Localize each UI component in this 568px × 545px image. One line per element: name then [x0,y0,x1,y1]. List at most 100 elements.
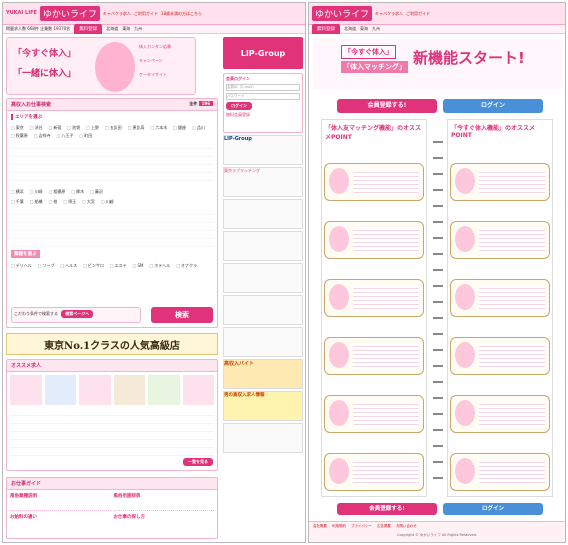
side-ad-2[interactable]: 東京ラブマッチング [223,167,303,197]
area-checkbox[interactable]: 秋葉原 [11,133,28,139]
email-field[interactable]: 会員ID（E-mail） [226,84,300,91]
banner-side2[interactable]: キャンペーン [139,58,163,64]
area-checkbox[interactable]: 吉祥寺 [34,133,51,139]
site-logo[interactable]: YUKAI LIFE [6,11,37,16]
side-ad-8[interactable]: 高収入バイト [223,359,303,389]
logo-jp-right[interactable]: ゆかいライフ [312,6,373,21]
banner-side1[interactable]: 体入カンタン応募 [139,44,171,50]
register-link[interactable]: 無料会員登録 [226,112,300,118]
area-checkbox[interactable]: 上野 [86,125,99,131]
site-subbar-right: 無料登録 北海道 東海 九州 [309,24,565,34]
area-checkbox[interactable]: 池袋 [67,125,80,131]
register-button-bottom[interactable]: 会員登録する! [337,503,437,515]
nav-link-right-2[interactable]: 東海 [360,26,368,32]
comic-speech [353,343,419,369]
area-checkbox[interactable]: 大宮 [82,199,95,205]
area-checkbox[interactable]: 藤沢 [90,189,103,195]
comic-speech [479,227,545,253]
area-checkbox[interactable]: 品川 [192,125,205,131]
register-tab-right[interactable]: 無料登録 [312,24,340,34]
area-checkbox[interactable]: 厚木 [71,189,84,195]
logo-jp[interactable]: ゆかいライフ [39,6,100,21]
luxury-ad[interactable]: 東京No.1クラスの人気高級店 [6,333,218,355]
job-checkbox[interactable]: デリヘル [11,263,32,269]
area-checkbox[interactable]: 川崎 [30,189,43,195]
banner-side3[interactable]: ケータイサイト [139,72,167,78]
area-checkbox[interactable]: 五反田 [105,125,122,131]
area-checkbox[interactable]: 六本木 [150,125,167,131]
side-ad-4[interactable] [223,231,303,261]
recommend-thumb[interactable] [182,375,214,405]
side-ad-10[interactable] [223,423,303,453]
area-checkbox[interactable]: 千葉 [11,199,24,205]
area-checkbox[interactable]: 相模原 [49,189,65,195]
side-ad-9[interactable]: 男の高収入求人情報 [223,391,303,421]
area-checkbox[interactable]: 恵比寿 [128,125,144,131]
footer-link[interactable]: 利用規約 [332,524,346,529]
recommend-thumb[interactable] [10,375,42,405]
area-checkbox[interactable]: 川越 [101,199,114,205]
nav-link-tokai[interactable]: 東海 [122,26,130,32]
recommend-thumb[interactable] [113,375,145,405]
area-checkbox[interactable]: 町田 [79,133,92,139]
nav-link-right-1[interactable]: 北海道 [344,26,356,32]
guide-item-4[interactable]: お仕事の探し方 [114,514,215,520]
register-tab[interactable]: 無料登録 [74,24,103,34]
nav-link-right-3[interactable]: 九州 [372,26,380,32]
area-checkbox[interactable]: 新宿 [49,125,61,131]
area-checkbox[interactable]: 東京 [11,125,24,131]
advanced-search: こだわり条件で検索する 検索ページへ [11,307,141,323]
job-checkbox[interactable]: ピンサロ [83,263,104,269]
recommend-more-button[interactable]: 一覧を見る [183,458,213,466]
login-button[interactable]: ログイン [226,102,252,110]
guide-item-3[interactable]: お給料の違い [10,514,111,520]
nav-sub-link-2[interactable]: ご利用ガイド [134,11,158,17]
nav-sub-link-right-1[interactable]: キャバクラ求人 [375,11,403,17]
login-button-bottom[interactable]: ログイン [443,503,543,515]
job-checkbox[interactable]: オナクラ [176,263,197,269]
nav-link-kyushu[interactable]: 九州 [134,26,142,32]
comic-speech [353,459,419,485]
comic-character [455,226,475,252]
area-checkbox[interactable]: 柏 [49,199,57,205]
login-label: 会員ログイン [226,76,250,81]
area-checkbox[interactable]: 横浜 [11,189,24,195]
job-checkbox[interactable]: SM [133,263,143,269]
area-checkbox[interactable]: 渋谷 [30,125,43,131]
recommend-thumb[interactable] [148,375,180,405]
area-checkbox[interactable]: 銀座 [173,125,186,131]
guide-item-2[interactable]: 風俗用語辞典 [113,493,214,511]
nav-sub-link-1[interactable]: キャバクラ求人 [103,11,131,17]
recommend-thumb[interactable] [44,375,76,405]
job-checkbox[interactable]: ヘルス [60,263,77,269]
job-checkbox[interactable]: エステ [110,263,127,269]
advanced-search-button[interactable]: 検索ページへ [61,310,94,318]
nav-sub-link-right-2[interactable]: ご利用ガイド [406,11,430,17]
job-checkbox[interactable]: ソープ [38,263,55,269]
side-ad-1[interactable]: LIP-Group [223,135,303,165]
side-ad-7[interactable] [223,327,303,357]
search-button[interactable]: 検索 [151,307,213,323]
left-screenshot: YUKAI LIFE ゆかいライフ キャバクラ求人 ご利用ガイド 18歳未満の方… [2,2,306,543]
password-field[interactable]: パスワード [226,93,300,100]
search-title: 高収入お仕事検索 全件 196 [7,99,217,111]
footer-link[interactable]: お問い合わせ [396,524,417,529]
side-ad-5[interactable] [223,263,303,293]
area-checkbox[interactable]: 船橋 [30,199,43,205]
footer-link[interactable]: 広告掲載 [377,524,391,529]
job-checkbox[interactable]: ホテヘル [149,263,170,269]
promo-banner[interactable]: LIP-Group [223,37,303,69]
register-button-top[interactable]: 会員登録する! [337,99,437,113]
guide-item-1[interactable]: 風俗業種説明 [10,493,111,511]
side-ad-6[interactable] [223,295,303,325]
nav-sub-link-3[interactable]: 18歳未満の方はこちら [161,11,202,17]
footer-link[interactable]: 会社概要 [313,524,327,529]
recommend-thumb[interactable] [79,375,111,405]
nav-link-hokkaido[interactable]: 北海道 [106,26,118,32]
login-button-top[interactable]: ログイン [443,99,543,113]
main-banner[interactable]: 「今すぐ体入」 「一緒に体入」 体入カンタン応募 キャンペーン ケータイサイト [6,37,196,95]
area-checkbox[interactable]: 埼玉 [63,199,76,205]
area-checkbox[interactable]: 八王子 [57,133,73,139]
footer-link[interactable]: プライバシー [351,524,372,529]
side-ad-3[interactable] [223,199,303,229]
